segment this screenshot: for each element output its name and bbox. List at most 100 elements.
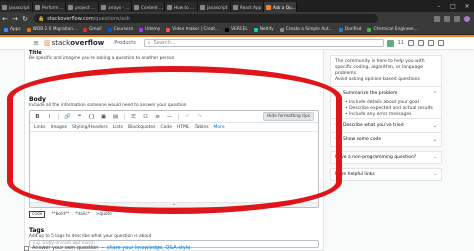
products-link[interactable]: Products [114,40,136,46]
bookmark-favicon-icon [4,27,8,32]
help-tab-links[interactable]: Links [34,125,46,130]
so-logo[interactable]: ▥ stack overflow [44,39,104,47]
browser-tab[interactable]: How to ... [165,2,198,12]
redo-icon[interactable]: ↷ [196,114,203,120]
forward-icon[interactable]: → [10,15,20,23]
help-tab-styling[interactable]: Styling/Headers [72,125,108,130]
search-icon: ⌕ [147,40,151,46]
browser-tab[interactable]: arrays - ... [99,2,132,12]
bookmark-label: VERCEL [231,27,248,32]
non-programming-question-link[interactable]: Have a non-programming question? ⌄ [330,151,442,164]
browser-tab-active[interactable]: Ask a Qu... [264,2,297,12]
title-description: Be specific and imagine you're asking a … [29,56,175,61]
help-tab-more[interactable]: More [214,125,225,130]
pencil-icon: ✎ [335,90,340,97]
editor-toolbar: B I 🔗 ❝ {} ▣ ▤ ☰ ☷ ≡ — ↶ ↷ Hide formatti… [30,111,318,123]
snippet-icon[interactable]: ▤ [112,114,119,120]
numbered-list-icon[interactable]: ☰ [130,114,137,120]
bookmarks-bar: Apps WDB 2.0 Migration... Gmail Coursera… [0,25,474,35]
bookmark-item[interactable]: Chemical Engineer... [367,27,418,32]
tab-label: arrays - ... [108,4,130,10]
answer-own-link[interactable]: share your knowledge, Q&A-style [107,245,191,251]
tab-favicon-icon [101,4,106,10]
logo-text: overflow [70,39,105,47]
toolbar-divider [124,113,125,120]
help-icon[interactable] [428,40,434,46]
blockquote-icon[interactable]: ❝ [76,114,83,120]
browser-tab[interactable]: project ... [66,2,99,12]
image-icon[interactable]: ▣ [100,114,107,120]
preview-italic: *italic* [75,212,90,217]
horizontal-rule-icon[interactable]: — [166,114,173,120]
resize-grip[interactable]: ═ [30,202,318,207]
tab-favicon-icon [35,4,40,10]
tip-label: Describe what you've tried [343,123,404,128]
tab-label: Content ... [141,4,163,10]
tip-show-code[interactable]: ✎ Show some code ⌄ [331,132,441,146]
browser-tab[interactable]: javascript [0,2,33,12]
help-tab-tables[interactable]: Tables [195,125,209,130]
browser-tab[interactable]: React App [231,2,264,12]
help-tab-html[interactable]: HTML [177,125,190,130]
close-button[interactable]: ✕ [460,3,474,10]
site-switcher-icon[interactable] [438,40,444,46]
tip-describe[interactable]: ✎ Describe what you've tried ⌄ [331,118,441,132]
reload-icon[interactable]: ↻ [20,15,30,23]
menu-icon[interactable]: ≡ [30,39,42,47]
browser-tab[interactable]: Content ... [132,2,165,12]
help-tab-code[interactable]: Code [161,125,173,130]
help-tab-blockquotes[interactable]: Blockquotes [128,125,156,130]
bookmark-item[interactable]: Coursera [107,27,133,32]
bookmark-favicon-icon [26,27,31,32]
extension-icon[interactable] [444,15,450,22]
bookmark-item[interactable]: Video maker | Creat... [166,27,219,32]
sidebar: The community is here to help you with s… [330,55,442,181]
extension-icon[interactable] [434,15,440,22]
minimize-button[interactable]: – [432,3,446,10]
bookmark-item[interactable]: Netlify [253,27,274,32]
address-bar[interactable]: 🔒 stackoverflow.com/questions/ask [34,14,378,23]
bookmark-item[interactable]: VERCEL [225,27,248,32]
more-helpful-links[interactable]: More helpful links ⌄ [330,168,442,181]
toolbar-divider [178,113,179,120]
bookmark-item[interactable]: DariPad [338,27,361,32]
bookmark-item[interactable]: Udemy [139,27,160,32]
help-tab-images[interactable]: Images [51,125,67,130]
inbox-icon[interactable] [408,40,414,46]
bookmark-item[interactable]: Create a Simple Aut... [279,27,333,32]
back-icon[interactable]: ← [0,15,10,23]
avatar[interactable] [386,39,394,47]
browser-tab[interactable]: Perform ... [33,2,66,12]
bookmark-item[interactable]: Gmail [83,27,102,32]
italic-icon[interactable]: I [46,114,53,120]
achievements-icon[interactable] [418,40,424,46]
bold-icon[interactable]: B [34,114,41,120]
profile-icon[interactable] [464,15,470,22]
heading-icon[interactable]: ≡ [154,114,161,120]
hide-formatting-tips-button[interactable]: Hide formatting tips [262,112,314,121]
link-icon[interactable]: 🔗 [64,114,71,120]
bookmark-label: Netlify [259,27,274,32]
stack-logo-icon: ▥ [44,39,51,47]
answer-own-checkbox[interactable] [24,245,29,251]
code-icon[interactable]: {} [88,114,95,120]
tip-summarize[interactable]: ✎ Summarize the problem ⌃ [331,86,441,100]
bookmark-item[interactable]: WDB 2.0 Migration... [26,27,77,32]
bookmark-favicon-icon [139,27,144,32]
bookmark-item[interactable]: Apps [4,27,21,32]
body-textarea[interactable] [30,131,318,195]
extension-icon[interactable] [454,15,460,22]
bookmark-favicon-icon [166,27,171,32]
chevron-down-icon: ⌄ [433,172,437,177]
pencil-icon: ✎ [335,122,340,129]
bulleted-list-icon[interactable]: ☷ [142,114,149,120]
bookmark-favicon-icon [225,27,230,32]
answer-own-question-row: Answer your own question – share your kn… [24,245,190,251]
help-tab-lists[interactable]: Lists [113,125,123,130]
chevron-down-icon: ⌄ [432,122,437,129]
undo-icon[interactable]: ↶ [184,114,191,120]
browser-tab[interactable]: javascript [198,2,231,12]
maximize-button[interactable]: □ [446,3,460,10]
chevron-up-icon: ⌃ [432,90,437,97]
search-input[interactable]: ⌕ Search... [143,39,384,47]
